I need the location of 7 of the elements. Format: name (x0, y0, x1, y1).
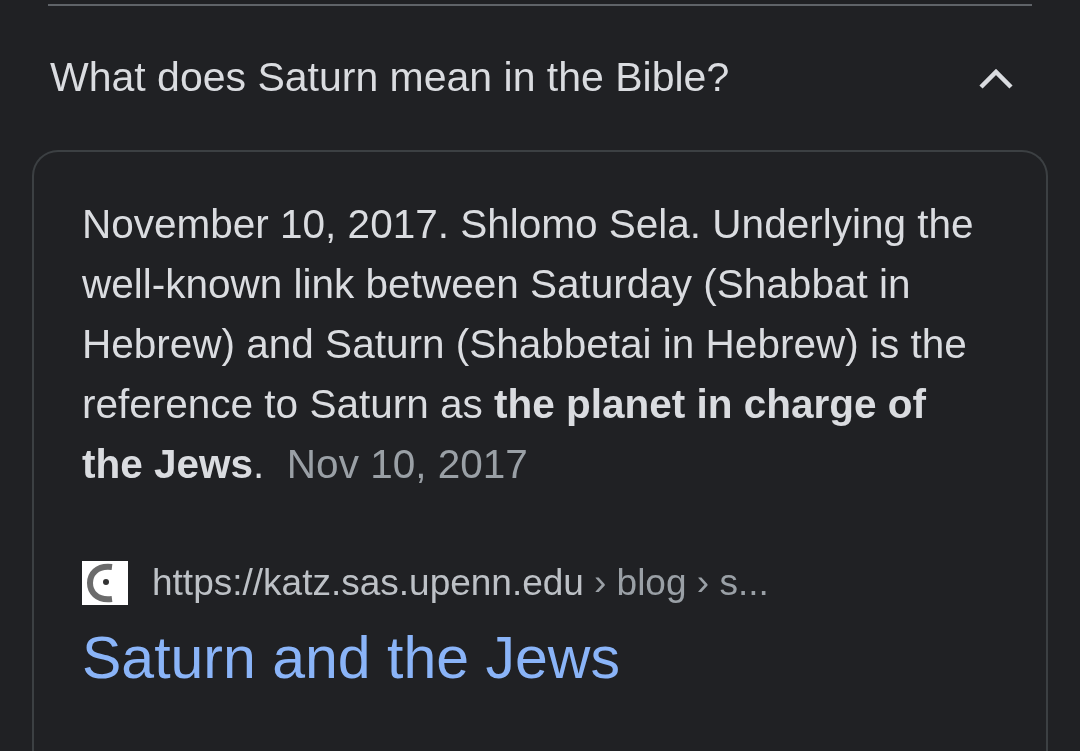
result-title-link[interactable]: Saturn and the Jews (82, 623, 620, 693)
answer-snippet: November 10, 2017. Shlomo Sela. Underlying the well-known link between Saturday (Shabbat in Hebrew) and Saturn (Shabbetai in Hebrew) is the reference to Saturn as the planet in charge of the Jews. Nov 10, 2017 (82, 200, 975, 489)
question-toggle[interactable]: What does Saturn mean in the Bible? (32, 6, 1048, 150)
source-url[interactable]: https://katz.sas.upenn.edu (152, 555, 584, 611)
crescent-favicon-icon (82, 561, 128, 605)
answer-date: Nov 10, 2017 (286, 441, 528, 487)
breadcrumb-path: › blog › s... (593, 561, 769, 606)
